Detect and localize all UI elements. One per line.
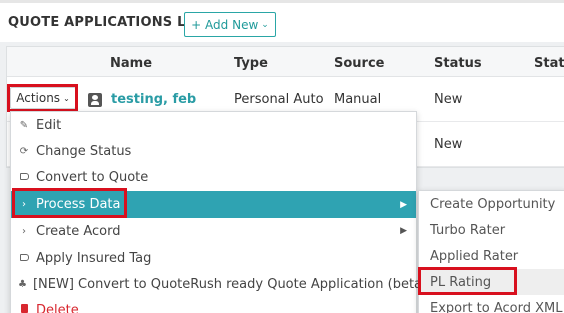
menu-item-label: Process Data [36,197,121,212]
column-header-source[interactable]: Source [334,56,384,71]
column-header-name[interactable]: Name [110,56,152,71]
menu-item-delete[interactable]: Delete [11,297,416,313]
menu-item-convert-to-quote[interactable]: Convert to Quote [11,164,416,190]
page-title: QUOTE APPLICATIONS LIST [8,15,210,30]
column-header-state[interactable]: State [534,56,564,71]
row-status: New [434,92,463,107]
submenu-item-turbo-rater[interactable]: Turbo Rater [419,217,564,243]
submenu-arrow-icon: ▶ [400,199,407,210]
add-new-button[interactable]: + Add New ⌄ [184,12,276,37]
menu-item-label: Convert to Quote [36,169,149,185]
menu-item-label: Delete [36,302,79,313]
submenu-item-export-acord-xml[interactable]: Export to Acord XML [419,295,564,313]
tag-icon [18,172,30,183]
submenu-item-applied-rater[interactable]: Applied Rater [419,243,564,269]
chevron-down-icon: ⌄ [63,93,70,103]
pencil-icon: ✎ [19,119,29,131]
menu-item-convert-to-quoterush[interactable]: ♣ [NEW] Convert to QuoteRush ready Quote… [11,271,427,297]
row-status: New [434,137,463,152]
table-header: Name Type Source Status State [7,47,564,77]
menu-item-label: Change Status [36,143,132,159]
tag-icon [18,253,30,264]
actions-label: Actions [16,91,61,105]
menu-item-label: [NEW] Convert to QuoteRush ready Quote A… [32,276,428,292]
menu-item-label: Create Acord [36,223,121,239]
submenu-item-pl-rating[interactable]: PL Rating [419,269,564,295]
menu-item-label: Apply Insured Tag [36,250,152,266]
submenu-arrow-icon: ▶ [400,226,407,236]
menu-item-process-data[interactable]: › Process Data ▶ [11,191,416,218]
row-type: Personal Auto [234,92,324,107]
row-source: Manual [334,92,382,107]
chevron-right-icon: › [22,225,26,237]
row-name-link[interactable]: testing, feb [111,92,196,107]
actions-button[interactable]: Actions ⌄ [10,87,76,109]
actions-menu: ✎ Edit ⟳ Change Status Convert to Quote … [10,111,427,313]
refresh-icon: ⟳ [19,145,29,157]
submenu-item-create-opportunity[interactable]: Create Opportunity [419,191,564,217]
menu-item-change-status[interactable]: ⟳ Change Status [11,138,416,164]
cubes-icon: ♣ [18,278,27,290]
trash-icon [18,304,30,313]
menu-item-apply-insured-tag[interactable]: Apply Insured Tag [11,245,416,271]
chevron-right-icon: › [22,199,26,210]
person-card-icon [88,93,102,107]
column-header-type[interactable]: Type [234,56,268,71]
chevron-down-icon: ⌄ [261,19,269,30]
menu-item-label: Edit [36,117,62,133]
column-header-status[interactable]: Status [434,56,482,71]
menu-item-edit[interactable]: ✎ Edit [11,112,416,138]
top-bar: QUOTE APPLICATIONS LIST + Add New ⌄ [0,0,564,42]
process-data-submenu: Create Opportunity Turbo Rater Applied R… [418,190,564,313]
menu-item-create-acord[interactable]: › Create Acord ▶ [11,218,416,244]
add-new-label: + Add New [191,17,259,32]
